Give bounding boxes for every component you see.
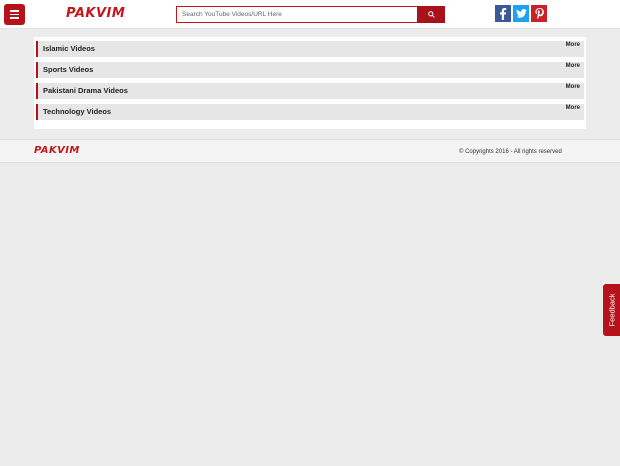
- facebook-icon: [500, 7, 507, 20]
- site-header: PAKVIM: [0, 0, 620, 29]
- category-title[interactable]: Pakistani Drama Videos: [43, 86, 128, 95]
- category-row-islamic[interactable]: Islamic Videos More: [36, 41, 584, 57]
- search-icon: [427, 11, 435, 18]
- copyright-text: © Copyrights 2016 - All rights reserved: [459, 149, 562, 155]
- hamburger-icon: [10, 10, 19, 12]
- more-link[interactable]: More: [566, 42, 580, 48]
- hamburger-icon-bar: [10, 17, 19, 19]
- footer-logo[interactable]: PAKVIM: [34, 145, 80, 156]
- category-title[interactable]: Technology Videos: [43, 107, 111, 116]
- facebook-button[interactable]: [495, 5, 511, 22]
- twitter-icon: [515, 9, 527, 18]
- pinterest-icon: [534, 8, 544, 19]
- category-title[interactable]: Sports Videos: [43, 65, 93, 74]
- category-title[interactable]: Islamic Videos: [43, 44, 95, 53]
- more-link[interactable]: More: [566, 84, 580, 90]
- search-button[interactable]: [417, 6, 445, 23]
- category-row-sports[interactable]: Sports Videos More: [36, 62, 584, 78]
- hamburger-icon-bar: [10, 13, 19, 16]
- site-logo[interactable]: PAKVIM: [66, 6, 125, 21]
- twitter-button[interactable]: [513, 5, 529, 22]
- pinterest-button[interactable]: [531, 5, 547, 22]
- category-row-technology[interactable]: Technology Videos More: [36, 104, 584, 120]
- site-footer: © Copyrights 2016 - All rights reserved: [0, 139, 620, 163]
- search-form: [176, 6, 445, 23]
- more-link[interactable]: More: [566, 63, 580, 69]
- category-row-pakistani-drama[interactable]: Pakistani Drama Videos More: [36, 83, 584, 99]
- more-link[interactable]: More: [566, 105, 580, 111]
- feedback-tab[interactable]: Feedback: [603, 284, 620, 336]
- categories-panel: Islamic Videos More Sports Videos More P…: [34, 37, 586, 129]
- feedback-label: Feedback: [607, 293, 616, 327]
- search-input[interactable]: [176, 6, 417, 23]
- menu-button[interactable]: [4, 4, 25, 25]
